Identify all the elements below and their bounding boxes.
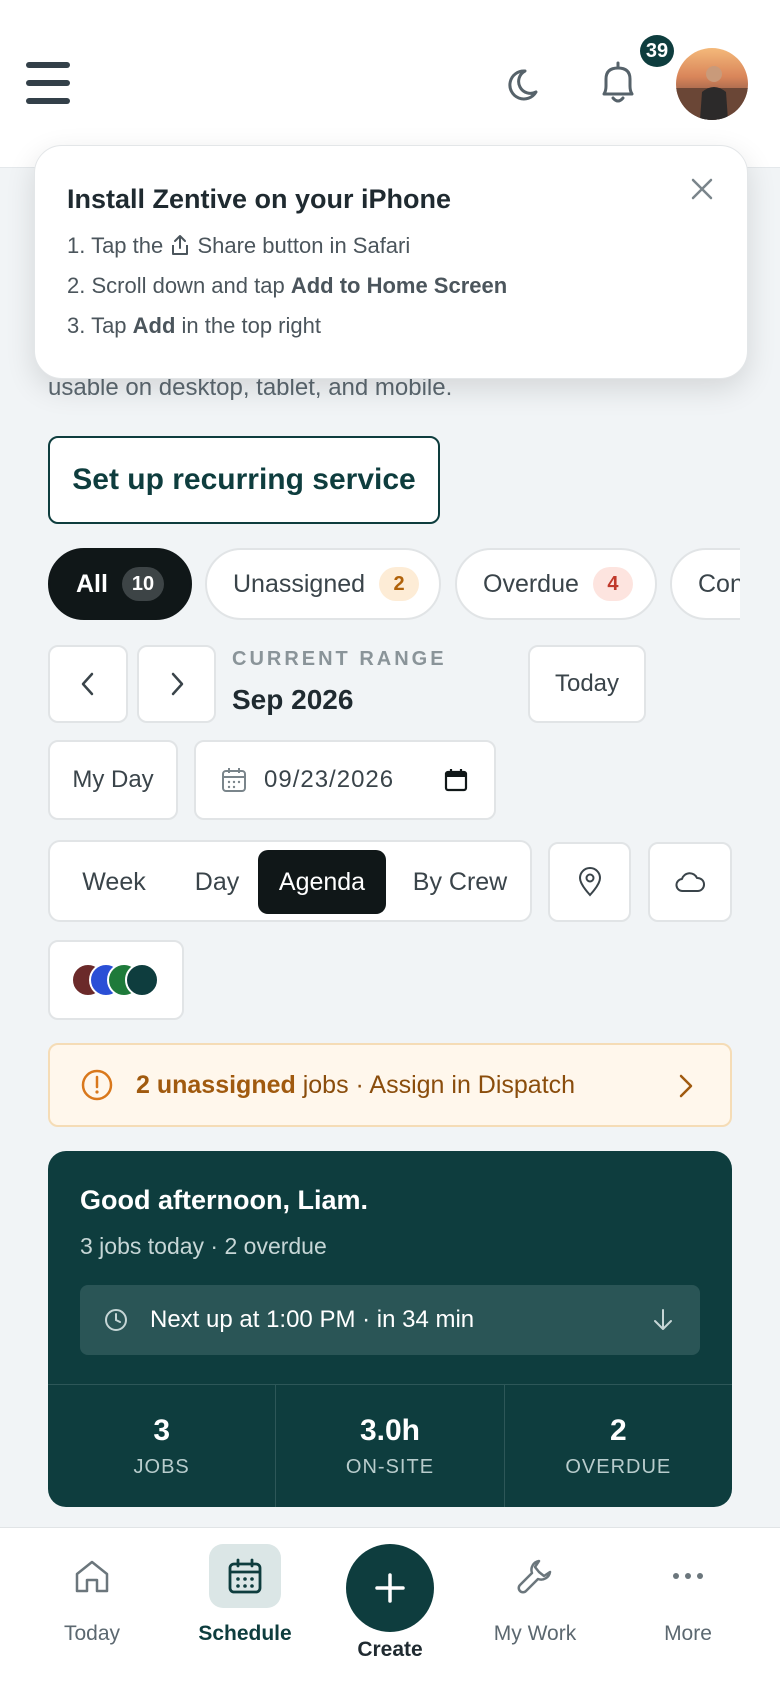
stat-on-site: 3.0h ON-SITE [276,1385,505,1507]
install-step-2: 2. Scroll down and tap Add to Home Scree… [67,273,508,298]
view-switcher: Week Day Agenda By Crew [48,840,532,922]
prev-range-button[interactable] [48,645,128,723]
filter-chip-all[interactable]: All 10 [48,548,192,620]
nav-schedule[interactable]: Schedule [175,1528,315,1688]
greeting-title: Good afternoon, Liam. [80,1185,368,1215]
tab-day[interactable]: Day [172,850,262,914]
chevron-left-icon [81,672,94,696]
filter-chip-unassigned[interactable]: Unassigned 2 [205,548,441,620]
greeting-card: Good afternoon, Liam. 3 jobs today · 2 o… [48,1151,732,1507]
stats-row: 3 JOBS 3.0h ON-SITE 2 OVERDUE [48,1384,732,1507]
tab-agenda[interactable]: Agenda [258,850,386,914]
share-icon [172,235,189,255]
alert-text: 2 unassigned jobs · Assign in Dispatch [136,1070,576,1099]
install-prompt: Install Zentive on your iPhone 1. Tap th… [34,145,748,379]
menu-icon[interactable] [26,62,70,104]
count-badge: 10 [121,567,164,601]
install-step-1: 1. Tap the Share button in Safari [67,233,411,258]
plus-icon [375,1573,405,1603]
map-pin-icon [578,867,601,897]
calendar-icon [228,1558,262,1594]
stat-jobs: 3 JOBS [48,1385,277,1507]
set-up-recurring-service-button[interactable]: Set up recurring service [48,436,440,524]
chevron-right-icon [171,672,183,696]
nav-today[interactable]: Today [22,1528,162,1688]
home-icon [75,1560,109,1593]
clock-icon [105,1309,127,1331]
top-header: 39 [0,0,780,168]
create-button[interactable] [346,1544,434,1632]
chevron-right-icon [679,1074,693,1098]
crew-avatar-4 [125,963,159,997]
more-icon [673,1573,703,1579]
crew-avatars [71,963,159,997]
today-button[interactable]: Today [528,645,646,723]
current-range-label: CURRENT RANGE [232,648,447,670]
filter-chip-completed[interactable]: Con [670,548,740,620]
greeting-summary: 3 jobs today · 2 overdue [80,1233,327,1259]
next-up-text: Next up at 1:00 PM · in 34 min [150,1306,475,1333]
count-badge: 4 [592,567,633,601]
date-input[interactable]: 09/23/2026 [194,740,496,820]
close-icon[interactable] [687,174,717,204]
stat-overdue: 2 OVERDUE [565,1413,672,1478]
my-day-button[interactable]: My Day [48,740,178,820]
nav-more[interactable]: More [618,1528,758,1688]
notification-count-badge: 39 [637,32,677,70]
install-step-3: 3. Tap Add in the top right [67,313,321,338]
date-value: 09/23/2026 [264,766,395,793]
avatar[interactable] [676,48,748,120]
wrench-icon [517,1559,552,1594]
cloud-icon [675,872,705,892]
filter-chip-overdue[interactable]: Overdue 4 [455,548,657,620]
arrow-down-icon [654,1309,672,1330]
warning-icon [81,1069,113,1101]
map-view-button[interactable] [548,842,631,922]
install-title: Install Zentive on your iPhone [67,184,452,214]
weather-button[interactable] [648,842,732,922]
crew-filter-button[interactable] [48,940,184,1020]
count-badge: 2 [379,567,420,601]
tab-by-crew[interactable]: By Crew [392,850,528,914]
nav-my-work[interactable]: My Work [465,1528,605,1688]
calendar-icon [222,768,246,792]
current-range-value: Sep 2026 [232,684,354,715]
filter-chips: All 10 Unassigned 2 Overdue 4 Con [48,548,740,620]
next-range-button[interactable] [137,645,216,723]
calendar-picker-icon[interactable] [444,768,468,792]
create-label: Create [357,1638,423,1661]
unassigned-alert[interactable]: 2 unassigned jobs · Assign in Dispatch [48,1043,732,1127]
bell-icon[interactable] [596,60,640,108]
moon-icon[interactable] [506,62,550,106]
tab-week[interactable]: Week [62,850,166,914]
next-up-button[interactable]: Next up at 1:00 PM · in 34 min [80,1285,700,1355]
